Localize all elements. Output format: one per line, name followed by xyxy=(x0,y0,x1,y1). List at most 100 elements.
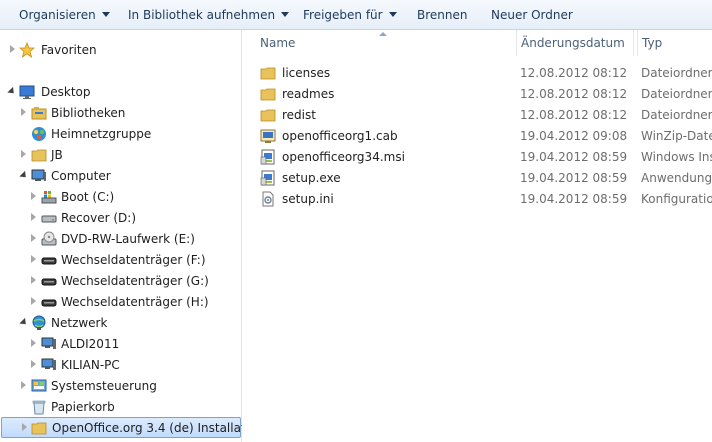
file-row[interactable]: openofficeorg34.msi 19.04.2012 08:59 Win… xyxy=(242,146,712,167)
expand-arrow-icon[interactable] xyxy=(31,276,36,284)
file-row[interactable]: setup.exe 19.04.2012 08:59 Anwendung xyxy=(242,167,712,188)
nav-item-removable-f[interactable]: Wechseldatenträger (F:) xyxy=(0,249,241,270)
nav-label: Favoriten xyxy=(41,43,97,57)
column-header-type[interactable]: Typ xyxy=(637,30,712,56)
expand-arrow-icon[interactable] xyxy=(21,150,26,158)
exe-file-icon xyxy=(260,170,275,186)
nav-item-removable-g[interactable]: Wechseldatenträger (G:) xyxy=(0,270,241,291)
file-list[interactable]: Name Änderungsdatum Typ licenses 12.08.2… xyxy=(242,30,712,442)
nav-label: Bibliotheken xyxy=(51,106,126,120)
burn-button[interactable]: Brennen xyxy=(417,7,467,23)
file-name: setup.ini xyxy=(282,192,334,206)
nav-item-homegroup[interactable]: Heimnetzgruppe xyxy=(0,123,241,144)
nav-item-computer[interactable]: Computer xyxy=(0,165,241,186)
library-icon xyxy=(31,107,47,120)
collapse-arrow-icon[interactable] xyxy=(19,317,29,328)
hard-drive-icon xyxy=(41,215,57,223)
nav-label: Recover (D:) xyxy=(61,211,136,225)
collapse-arrow-icon[interactable] xyxy=(19,170,29,181)
file-type: Dateiordner xyxy=(641,87,712,101)
system-drive-icon xyxy=(41,191,57,204)
new-folder-button[interactable]: Neuer Ordner xyxy=(491,7,573,23)
chevron-down-icon xyxy=(281,12,290,17)
nav-label: Netzwerk xyxy=(51,316,108,330)
removable-drive-icon xyxy=(41,257,57,265)
nav-label: DVD-RW-Laufwerk (E:) xyxy=(61,232,195,246)
nav-item-kilian-pc[interactable]: KILIAN-PC xyxy=(0,354,241,375)
expand-arrow-icon[interactable] xyxy=(31,213,36,221)
computer-icon xyxy=(31,169,46,181)
homegroup-icon xyxy=(32,127,46,141)
expand-arrow-icon[interactable] xyxy=(22,423,27,431)
share-with-button[interactable]: Freigeben für xyxy=(303,7,397,23)
nav-item-boot-c[interactable]: Boot (C:) xyxy=(0,186,241,207)
navigation-pane[interactable]: Favoriten Desktop Bibliotheken Heimnetzg… xyxy=(0,30,264,442)
file-row[interactable]: readmes 12.08.2012 08:12 Dateiordner xyxy=(242,83,712,104)
nav-item-favorites[interactable]: Favoriten xyxy=(0,39,241,60)
removable-drive-icon xyxy=(41,299,57,307)
nav-item-removable-h[interactable]: Wechseldatenträger (H:) xyxy=(0,291,241,312)
file-row[interactable]: licenses 12.08.2012 08:12 Dateiordner xyxy=(242,62,712,83)
column-header-modified[interactable]: Änderungsdatum xyxy=(516,30,634,56)
file-type: Dateiordner xyxy=(641,108,712,122)
nav-label: ALDI2011 xyxy=(61,337,120,351)
nav-label: OpenOffice.org 3.4 (de) Installation xyxy=(52,421,264,435)
expand-arrow-icon[interactable] xyxy=(31,360,36,368)
file-date: 12.08.2012 08:12 xyxy=(520,87,628,101)
expand-arrow-icon[interactable] xyxy=(31,234,36,242)
nav-label: Wechseldatenträger (H:) xyxy=(61,295,209,309)
column-header-name[interactable]: Name xyxy=(256,30,516,56)
file-date: 19.04.2012 08:59 xyxy=(520,150,628,164)
file-date: 19.04.2012 08:59 xyxy=(520,192,628,206)
file-row[interactable]: setup.ini 19.04.2012 08:59 Konfiguration xyxy=(242,188,712,209)
ini-file-icon xyxy=(262,191,274,207)
expand-arrow-icon[interactable] xyxy=(31,297,36,305)
nav-item-desktop[interactable]: Desktop xyxy=(0,81,241,102)
nav-label: JB xyxy=(51,148,63,162)
expand-arrow-icon[interactable] xyxy=(31,192,36,200)
collapse-arrow-icon[interactable] xyxy=(7,86,17,97)
file-name: openofficeorg34.msi xyxy=(282,150,405,164)
command-bar: Organisieren In Bibliothek aufnehmen Fre… xyxy=(0,0,712,30)
expand-arrow-icon[interactable] xyxy=(21,108,26,116)
file-row[interactable]: redist 12.08.2012 08:12 Dateiordner xyxy=(242,104,712,125)
include-library-label: In Bibliothek aufnehmen xyxy=(128,8,276,22)
file-date: 12.08.2012 08:12 xyxy=(520,108,628,122)
expand-arrow-icon[interactable] xyxy=(10,45,15,53)
nav-item-dvd-e[interactable]: DVD-RW-Laufwerk (E:) xyxy=(0,228,241,249)
nav-label: Boot (C:) xyxy=(61,190,115,204)
file-date: 19.04.2012 09:08 xyxy=(520,129,628,143)
share-with-label: Freigeben für xyxy=(303,8,383,22)
organize-button[interactable]: Organisieren xyxy=(19,7,110,23)
nav-label: Computer xyxy=(51,169,111,183)
expand-arrow-icon[interactable] xyxy=(31,339,36,347)
control-panel-icon xyxy=(31,379,47,392)
chevron-down-icon xyxy=(101,12,110,17)
nav-item-aldi2011[interactable]: ALDI2011 xyxy=(0,333,241,354)
nav-item-openoffice-installation[interactable]: OpenOffice.org 3.4 (de) Installation xyxy=(1,417,264,438)
nav-item-jb[interactable]: JB xyxy=(0,144,241,165)
nav-item-recycle-bin[interactable]: Papierkorb xyxy=(0,396,241,417)
folder-icon xyxy=(31,149,47,162)
file-name: redist xyxy=(282,108,316,122)
nav-label: Desktop xyxy=(41,85,91,99)
nav-label: Systemsteuerung xyxy=(51,379,157,393)
network-icon xyxy=(32,315,46,330)
include-in-library-button[interactable]: In Bibliothek aufnehmen xyxy=(128,7,290,23)
expand-arrow-icon[interactable] xyxy=(31,255,36,263)
folder-icon xyxy=(260,88,276,101)
file-type: Anwendung xyxy=(641,171,712,185)
cab-file-icon xyxy=(260,129,276,143)
nav-item-network[interactable]: Netzwerk xyxy=(0,312,241,333)
nav-item-libraries[interactable]: Bibliotheken xyxy=(0,102,241,123)
nav-item-control-panel[interactable]: Systemsteuerung xyxy=(0,375,241,396)
chevron-down-icon xyxy=(388,12,397,17)
file-date: 12.08.2012 08:12 xyxy=(520,66,628,80)
file-row[interactable]: openofficeorg1.cab 19.04.2012 09:08 WinZ… xyxy=(242,125,712,146)
removable-drive-icon xyxy=(41,278,57,286)
nav-item-recover-d[interactable]: Recover (D:) xyxy=(0,207,241,228)
expand-arrow-icon[interactable] xyxy=(21,381,26,389)
file-name: readmes xyxy=(282,87,335,101)
desktop-icon xyxy=(19,85,35,99)
nav-label: Papierkorb xyxy=(51,400,115,414)
